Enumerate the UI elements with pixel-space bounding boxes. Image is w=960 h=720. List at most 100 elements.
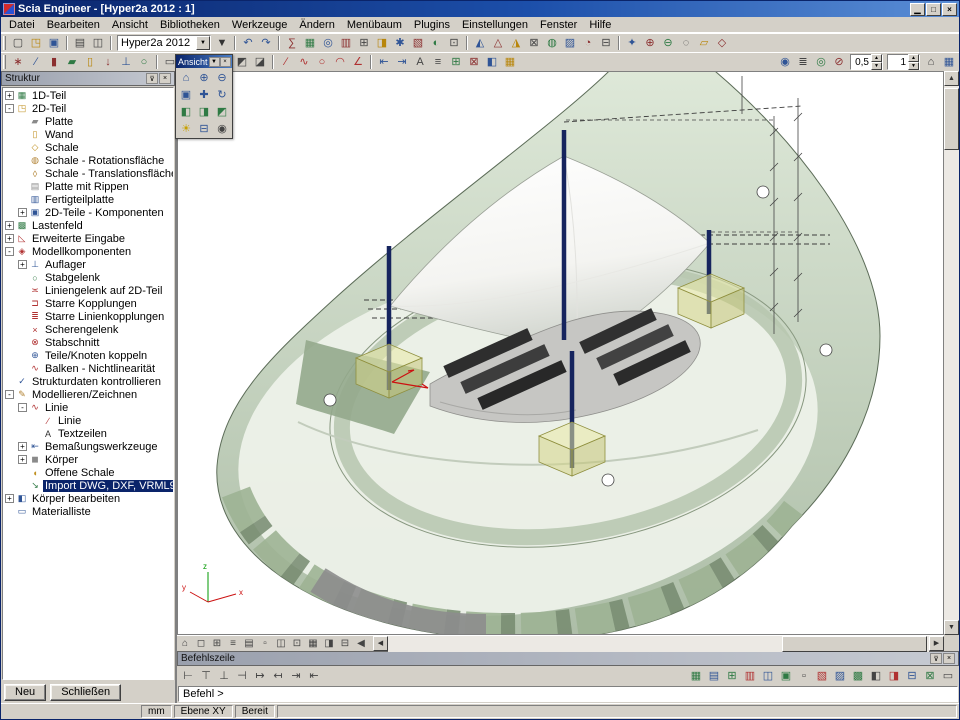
menu-item[interactable]: Fenster — [534, 18, 583, 32]
scroll-down-icon[interactable]: ▼ — [944, 620, 959, 635]
close-button[interactable]: × — [942, 3, 957, 16]
diamond-tool-icon[interactable]: ◇ — [713, 35, 731, 51]
menu-item[interactable]: Bearbeiten — [41, 18, 106, 32]
table-input-icon[interactable]: ▦ — [687, 668, 705, 684]
dimension-linear-icon[interactable]: ⇥ — [393, 54, 411, 70]
project-dropdown-icon[interactable]: ▼ — [213, 35, 231, 51]
tree-item[interactable]: A Textzeilen — [3, 427, 173, 440]
tree-item[interactable]: + ⇤ Bemaßungswerkzeuge — [3, 440, 173, 453]
tree-expander-icon[interactable]: + — [18, 455, 27, 464]
clip-box-icon[interactable]: ⊠ — [525, 35, 543, 51]
draw-line-icon[interactable]: ∕ — [277, 54, 295, 70]
tree-expander-icon[interactable] — [18, 286, 27, 295]
minimize-button[interactable]: ▁ — [910, 3, 925, 16]
horizontal-scroll-thumb[interactable] — [782, 636, 927, 652]
viewport-zoom-icon[interactable]: ◻ — [193, 637, 209, 651]
tree-expander-icon[interactable] — [31, 429, 40, 438]
menu-item[interactable]: Hilfe — [583, 18, 617, 32]
tree-expander-icon[interactable]: - — [5, 390, 14, 399]
tree-item[interactable]: ○ Stabgelenk — [3, 271, 173, 284]
invert-selection-icon[interactable]: ◩ — [233, 54, 251, 70]
results-icon[interactable]: ◎ — [319, 35, 337, 51]
text-tool-icon[interactable]: A — [411, 54, 429, 70]
tree-expander-icon[interactable] — [18, 195, 27, 204]
table-edit-icon[interactable]: ⊞ — [723, 668, 741, 684]
view-y-icon[interactable]: ◨ — [195, 103, 213, 120]
hide-icon[interactable]: ⊟ — [597, 35, 615, 51]
tree-item[interactable]: - ◈ Modellkomponenten — [3, 245, 173, 258]
viewport-canvas[interactable]: z x y — [177, 71, 944, 635]
tree-expander-icon[interactable]: + — [18, 442, 27, 451]
ansicht-palette[interactable]: Ansicht ▼× ⌂⊕⊖▣✚↻◧◨◩☀⊟◉ — [175, 54, 233, 139]
rotate-icon[interactable]: ◔ — [579, 35, 597, 51]
menu-item[interactable]: Ansicht — [106, 18, 154, 32]
viewport-mesh-icon[interactable]: ▦ — [305, 637, 321, 651]
shading-icon[interactable]: ◍ — [543, 35, 561, 51]
viewport-layers-icon[interactable]: ≡ — [225, 637, 241, 651]
menu-item[interactable]: Plugins — [408, 18, 456, 32]
ortho-icon[interactable]: ◧ — [483, 54, 501, 70]
pin-icon[interactable]: ⊽ — [146, 73, 158, 84]
tree-item[interactable]: ≣ Starre Linienkopplungen — [3, 310, 173, 323]
tree-expander-icon[interactable] — [18, 481, 27, 490]
tree-expander-icon[interactable] — [31, 416, 40, 425]
dimension-icon[interactable]: ⇤ — [375, 54, 393, 70]
tree-item[interactable]: ▤ Platte mit Rippen — [3, 180, 173, 193]
tree-item[interactable]: ◍ Schale - Rotationsfläche — [3, 154, 173, 167]
menu-item[interactable]: Ändern — [293, 18, 340, 32]
scale-spinner[interactable]: 0,5 ▲▼ — [850, 54, 883, 70]
snap-node-icon[interactable]: ⊣ — [233, 668, 251, 684]
plate-icon[interactable]: ▰ — [63, 54, 81, 70]
tree-item[interactable]: ≍ Liniengelenk auf 2D-Teil — [3, 284, 173, 297]
tree-item[interactable]: ⊕ Teile/Knoten koppeln — [3, 349, 173, 362]
tree-item[interactable]: ▭ Materialliste — [3, 505, 173, 518]
tree-item[interactable]: ◖ Offene Schale — [3, 466, 173, 479]
view-z-icon[interactable]: ◩ — [213, 103, 231, 120]
draw-arc-icon[interactable]: ◠ — [331, 54, 349, 70]
tree-item[interactable]: ∕ Linie — [3, 414, 173, 427]
hatch-icon[interactable]: ▨ — [561, 35, 579, 51]
calculation-icon[interactable]: ∑ — [283, 35, 301, 51]
report-icon[interactable]: ▥ — [741, 668, 759, 684]
side-view-icon[interactable]: ◮ — [507, 35, 525, 51]
toolbar-grip[interactable] — [3, 36, 6, 50]
tree-expander-icon[interactable]: + — [5, 494, 14, 503]
vertical-scroll-track[interactable] — [944, 86, 959, 620]
tree-item[interactable]: ↘ Import DWG, DXF, VRML97 — [3, 479, 173, 492]
tree-item[interactable]: ◇ Schale — [3, 141, 173, 154]
tree-item[interactable]: - ✎ Modellieren/Zeichnen — [3, 388, 173, 401]
tree-expander-icon[interactable] — [5, 377, 14, 386]
cross-box-icon[interactable]: ⊠ — [921, 668, 939, 684]
tree-expander-icon[interactable] — [18, 273, 27, 282]
command-input[interactable]: Befehl > — [178, 686, 958, 702]
pan-icon[interactable]: ✚ — [195, 86, 213, 103]
snap-endpoint-icon[interactable]: ⊢ — [179, 668, 197, 684]
hatch-view-icon[interactable]: ▨ — [831, 668, 849, 684]
tree-expander-icon[interactable] — [18, 182, 27, 191]
factor-spinner[interactable]: 1 ▲▼ — [887, 54, 920, 70]
zoom-out-icon[interactable]: ⊖ — [213, 69, 231, 86]
palette-title-bar[interactable]: Ansicht ▼× — [176, 55, 232, 68]
tree-expander-icon[interactable]: + — [5, 234, 14, 243]
beam-icon[interactable]: ∕ — [27, 54, 45, 70]
draw-angle-icon[interactable]: ∠ — [349, 54, 367, 70]
tree-expander-icon[interactable]: - — [5, 247, 14, 256]
viewport-axes-icon[interactable]: ▫ — [257, 637, 273, 651]
scroll-right-icon[interactable]: ▶ — [929, 636, 944, 651]
support-icon[interactable]: ⊥ — [117, 54, 135, 70]
fit-view-icon[interactable]: ▦ — [940, 54, 958, 70]
viewport-shade-icon[interactable]: ◫ — [273, 637, 289, 651]
hinge-icon[interactable]: ○ — [135, 54, 153, 70]
load-icon[interactable]: ↓ — [99, 54, 117, 70]
menu-item[interactable]: Datei — [3, 18, 41, 32]
combo-dropdown-icon[interactable]: ▼ — [196, 36, 210, 50]
tree-expander-icon[interactable] — [5, 507, 14, 516]
layer-filter-icon[interactable]: ≣ — [794, 54, 812, 70]
remove-icon[interactable]: ⊖ — [659, 35, 677, 51]
open-project-icon[interactable]: ◳ — [27, 35, 45, 51]
tree-expander-icon[interactable] — [18, 338, 27, 347]
print-icon[interactable]: ▤ — [71, 35, 89, 51]
tree-expander-icon[interactable] — [18, 117, 27, 126]
view-x-icon[interactable]: ◧ — [177, 103, 195, 120]
coordinate-icon[interactable]: ⊞ — [447, 54, 465, 70]
